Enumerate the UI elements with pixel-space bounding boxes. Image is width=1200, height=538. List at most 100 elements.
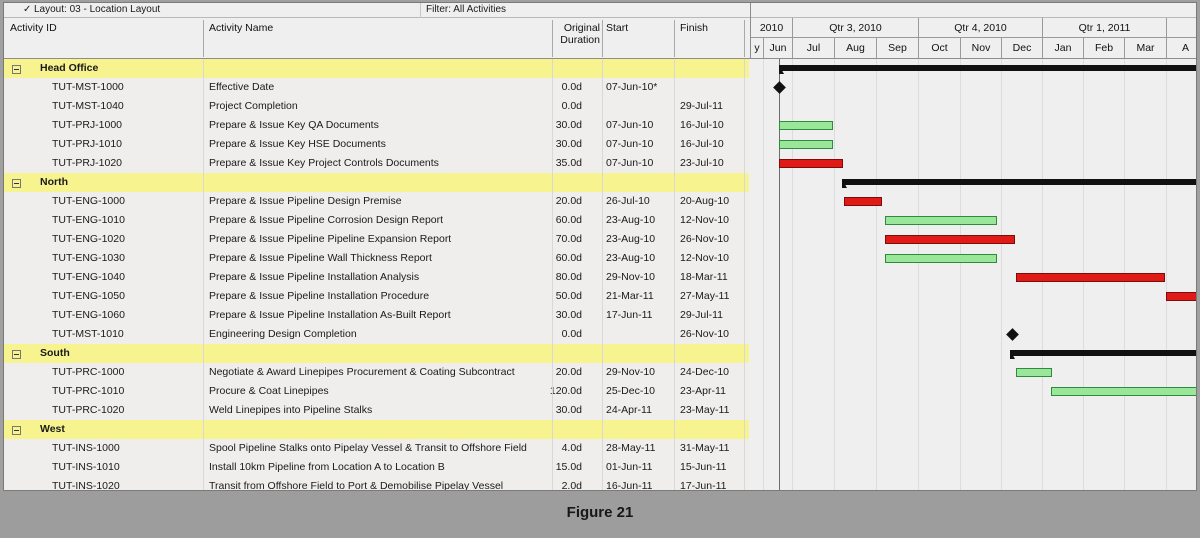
table-row[interactable]: TUT-MST-1000 Effective Date 0.0d 07-Jun-10* [4, 78, 749, 97]
table-row[interactable]: TUT-MST-1010Engineering Design Completio… [4, 325, 749, 344]
finish-date-cell: 24-Dec-10 [680, 366, 729, 378]
gantt-row [750, 477, 1196, 490]
critical-task-bar[interactable] [844, 197, 882, 206]
start-date-cell: 16-Jun-11 [606, 480, 653, 490]
activity-id-cell: TUT-PRJ-1010 [52, 138, 122, 150]
activity-name-cell: Negotiate & Award Linepipes Procurement … [209, 366, 515, 378]
table-row[interactable]: TUT-INS-1020Transit from Offshore Field … [4, 477, 749, 490]
timescale-top-strip [751, 3, 1196, 18]
table-group-row[interactable]: South [4, 344, 749, 363]
original-duration-cell: 80.0d [524, 271, 582, 283]
activity-id-cell: TUT-PRJ-1020 [52, 157, 122, 169]
table-row[interactable]: TUT-PRJ-1010Prepare & Issue Key HSE Docu… [4, 135, 749, 154]
original-duration-cell: 120.0d [524, 385, 582, 397]
minus-collapse-icon[interactable] [12, 426, 21, 435]
table-row[interactable]: TUT-ENG-1010Prepare & Issue Pipeline Cor… [4, 211, 749, 230]
activity-name-cell: Weld Linepipes into Pipeline Stalks [209, 404, 372, 416]
table-row[interactable]: TUT-MST-1040Project Completion0.0d29-Jul… [4, 97, 749, 116]
filter-label[interactable]: Filter: All Activities [426, 4, 506, 15]
activity-name-cell: Prepare & Issue Pipeline Design Premise [209, 195, 402, 207]
timescale-quarter-cell: Qtr 3, 2010 [793, 18, 919, 38]
start-date-cell: 23-Aug-10 [606, 214, 655, 226]
activity-id-cell: TUT-MST-1000 [52, 81, 124, 93]
activity-table[interactable]: Head Office TUT-MST-1000 Effective Date 0.0… [4, 59, 749, 490]
table-row[interactable]: TUT-ENG-1060Prepare & Issue Pipeline Ins… [4, 306, 749, 325]
minus-collapse-icon[interactable] [12, 65, 21, 74]
table-group-row[interactable]: Head Office [4, 59, 749, 78]
column-header-start[interactable]: Start [606, 22, 628, 34]
start-date-cell: 07-Jun-10 [606, 138, 653, 150]
table-row[interactable]: TUT-PRC-1020Weld Linepipes into Pipeline… [4, 401, 749, 420]
table-row[interactable]: TUT-ENG-1050Prepare & Issue Pipeline Ins… [4, 287, 749, 306]
finish-date-cell: 23-Jul-10 [680, 157, 724, 169]
finish-date-cell: 23-May-11 [680, 404, 729, 416]
finish-date-cell: 16-Jul-10 [680, 138, 724, 150]
column-header-original-duration[interactable]: OriginalDuration [556, 22, 600, 46]
gantt-row [750, 439, 1196, 458]
column-header-activity-id[interactable]: Activity ID [10, 22, 57, 34]
activity-name-cell: Prepare & Issue Key QA Documents [209, 119, 379, 131]
timescale-month-cell: Jul [793, 38, 835, 59]
activity-id-cell: TUT-INS-1010 [52, 461, 120, 473]
activity-name-cell: Prepare & Issue Pipeline Installation Pr… [209, 290, 429, 302]
table-row[interactable]: TUT-ENG-1040Prepare & Issue Pipeline Ins… [4, 268, 749, 287]
summary-bar[interactable] [1010, 350, 1196, 356]
table-row[interactable]: TUT-ENG-1030Prepare & Issue Pipeline Wal… [4, 249, 749, 268]
table-row[interactable]: TUT-INS-1010Install 10km Pipeline from L… [4, 458, 749, 477]
table-group-row[interactable]: North [4, 173, 749, 192]
table-row[interactable]: TUT-PRJ-1000Prepare & Issue Key QA Docum… [4, 116, 749, 135]
task-bar[interactable] [885, 254, 997, 263]
table-row[interactable]: TUT-PRC-1010Procure & Coat Linepipes120.… [4, 382, 749, 401]
finish-date-cell: 31-May-11 [680, 442, 729, 454]
start-date-cell: 07-Jun-10* [606, 81, 657, 93]
table-row[interactable]: TUT-PRC-1000 Negotiate & Award Linepipes … [4, 363, 749, 382]
original-duration-cell: 35.0d [524, 157, 582, 169]
gantt-chart-area[interactable] [750, 59, 1196, 490]
minus-collapse-icon[interactable] [12, 350, 21, 359]
task-bar[interactable] [779, 140, 833, 149]
milestone-diamond[interactable] [773, 81, 786, 94]
table-row[interactable]: TUT-ENG-1000 Prepare & Issue Pipeline Des… [4, 192, 749, 211]
activity-name-cell: Engineering Design Completion [209, 328, 357, 340]
task-bar[interactable] [1016, 368, 1052, 377]
summary-bar[interactable] [779, 65, 1196, 71]
finish-date-cell: 17-Jun-11 [680, 480, 727, 490]
activity-name-cell: Effective Date [209, 81, 274, 93]
activity-name-cell: Spool Pipeline Stalks onto Pipelay Vesse… [209, 442, 527, 454]
activity-id-cell: TUT-PRC-1000 [52, 366, 124, 378]
timescale-month-cell: Feb [1084, 38, 1125, 59]
critical-task-bar[interactable] [1016, 273, 1165, 282]
task-bar[interactable] [1051, 387, 1196, 396]
original-duration-cell: 0.0d [524, 81, 582, 93]
original-duration-cell: 30.0d [524, 138, 582, 150]
critical-task-bar[interactable] [779, 159, 843, 168]
timescale-month-cell: Nov [961, 38, 1002, 59]
gantt-row [750, 173, 1196, 192]
minus-collapse-icon[interactable] [12, 179, 21, 188]
column-header-finish[interactable]: Finish [680, 22, 708, 34]
timescale-month-cell: Dec [1002, 38, 1043, 59]
start-date-cell: 26-Jul-10 [606, 195, 650, 207]
activity-id-cell: TUT-INS-1000 [52, 442, 120, 454]
activity-id-cell: TUT-MST-1040 [52, 100, 124, 112]
milestone-diamond[interactable] [1006, 328, 1019, 341]
task-bar[interactable] [779, 121, 833, 130]
table-row[interactable]: TUT-INS-1000 Spool Pipeline Stalks onto P… [4, 439, 749, 458]
original-duration-cell: 0.0d [524, 100, 582, 112]
critical-task-bar[interactable] [885, 235, 1015, 244]
start-date-cell: 24-Apr-11 [606, 404, 652, 416]
gantt-row [750, 344, 1196, 363]
activity-id-cell: TUT-ENG-1000 [52, 195, 125, 207]
table-row[interactable]: TUT-ENG-1020Prepare & Issue Pipeline Pip… [4, 230, 749, 249]
column-header-activity-name[interactable]: Activity Name [209, 22, 273, 34]
task-bar[interactable] [885, 216, 997, 225]
table-row[interactable]: TUT-PRJ-1020Prepare & Issue Key Project … [4, 154, 749, 173]
timescale-month-cell: y [751, 38, 764, 59]
layout-name-label[interactable]: Layout: 03 - Location Layout [34, 4, 160, 15]
table-group-row[interactable]: West [4, 420, 749, 439]
activity-id-cell: TUT-ENG-1040 [52, 271, 125, 283]
critical-task-bar[interactable] [1166, 292, 1196, 301]
gantt-row [750, 420, 1196, 439]
summary-bar[interactable] [842, 179, 1196, 185]
timescale-quarter-cell: Qtr 1, 2011 [1043, 18, 1167, 38]
